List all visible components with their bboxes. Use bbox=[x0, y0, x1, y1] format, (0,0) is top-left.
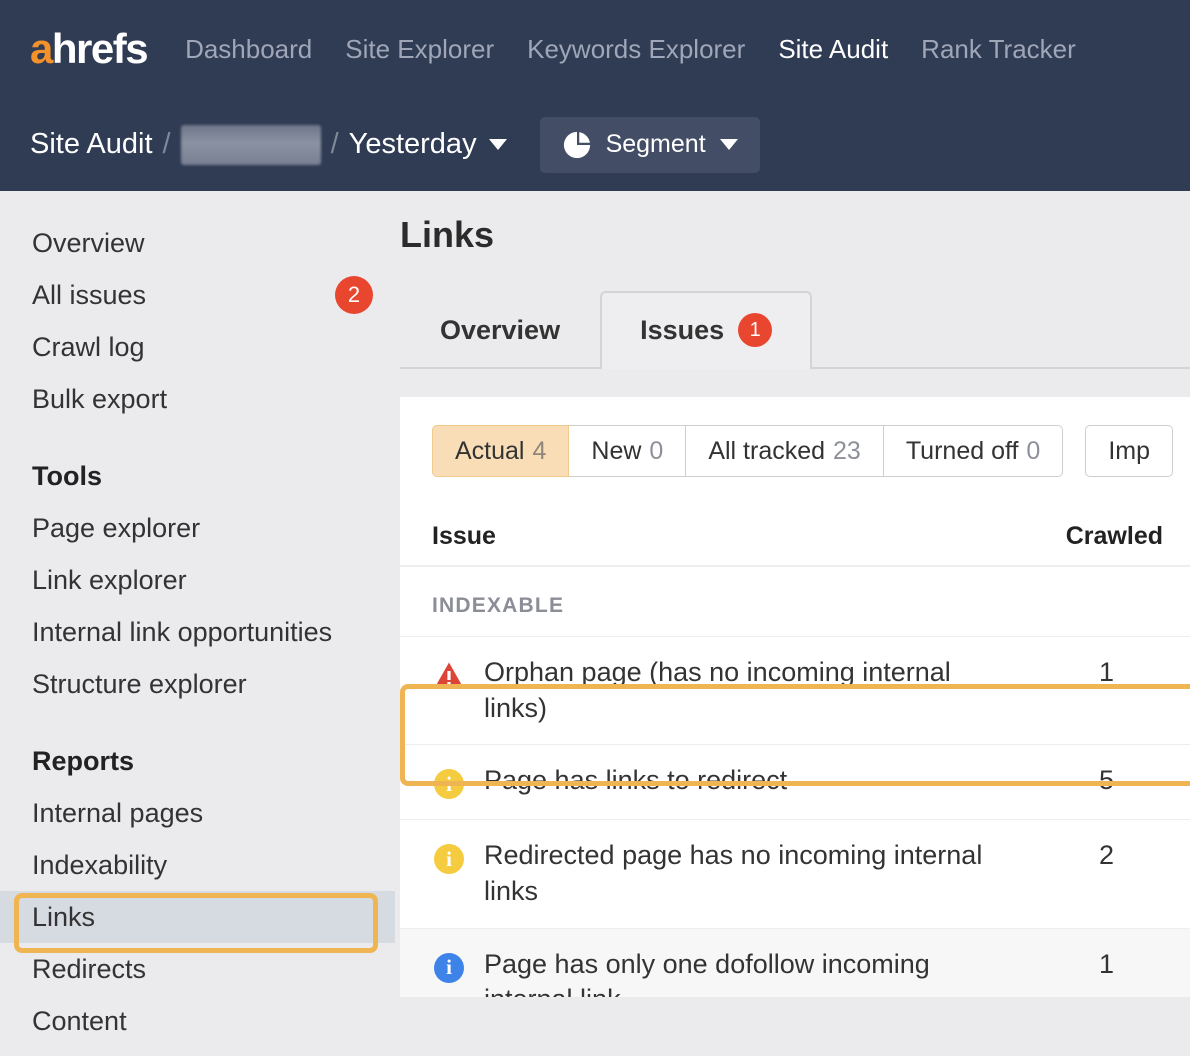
body-container: Overview All issues 2 Crawl log Bulk exp… bbox=[0, 191, 1190, 1056]
sidebar-item-indexability[interactable]: Indexability bbox=[0, 839, 395, 891]
sidebar-item-label: Link explorer bbox=[32, 567, 373, 594]
tab-overview[interactable]: Overview bbox=[400, 291, 600, 367]
sidebar-heading-tools: Tools bbox=[0, 463, 395, 490]
breadcrumb-bar: Site Audit / / Yesterday Segment bbox=[0, 98, 1190, 191]
tab-issues-badge: 1 bbox=[738, 313, 772, 347]
sidebar-item-label: Internal pages bbox=[32, 800, 373, 827]
table-row[interactable]: i Page has links to redirect 5 bbox=[400, 744, 1190, 819]
info-circle-icon: i bbox=[432, 951, 466, 985]
info-circle-icon: i bbox=[432, 842, 466, 876]
sidebar-item-structure-explorer[interactable]: Structure explorer bbox=[0, 658, 395, 710]
sidebar-item-page-explorer[interactable]: Page explorer bbox=[0, 502, 395, 554]
sidebar-item-label: All issues bbox=[32, 282, 335, 309]
breadcrumb-root[interactable]: Site Audit bbox=[30, 130, 153, 159]
breadcrumb-date[interactable]: Yesterday bbox=[349, 130, 477, 159]
nav-link-site-audit[interactable]: Site Audit bbox=[778, 36, 888, 62]
sidebar-item-content[interactable]: Content bbox=[0, 995, 395, 1047]
sidebar-item-label: Redirects bbox=[32, 956, 373, 983]
logo-rest: hrefs bbox=[52, 28, 147, 70]
column-header-issue[interactable]: Issue bbox=[432, 524, 1013, 549]
sidebar-item-redirects[interactable]: Redirects bbox=[0, 943, 395, 995]
sidebar-item-label: Content bbox=[32, 1008, 373, 1035]
issue-title: Orphan page (has no incoming internal li… bbox=[484, 655, 1004, 726]
main-nav-links: Dashboard Site Explorer Keywords Explore… bbox=[185, 36, 1076, 62]
sidebar-item-label: Overview bbox=[32, 230, 373, 257]
filter-pill-actual[interactable]: Actual 4 bbox=[432, 425, 569, 477]
sidebar-item-label: Indexability bbox=[32, 852, 373, 879]
issue-crawled-count: 5 bbox=[1004, 763, 1114, 799]
filter-pill-label: Imp bbox=[1108, 439, 1150, 464]
issue-crawled-count: 1 bbox=[1004, 947, 1114, 983]
sidebar-item-label: Internal link opportunities bbox=[32, 619, 373, 646]
sidebar-item-links[interactable]: Links bbox=[0, 891, 395, 943]
sidebar-item-internal-pages[interactable]: Internal pages bbox=[0, 787, 395, 839]
filter-pill-important-truncated[interactable]: Imp bbox=[1085, 425, 1173, 477]
filter-pill-row: Actual 4 New 0 All tracked 23 Turned o bbox=[400, 397, 1190, 477]
table-row[interactable]: i Redirected page has no incoming intern… bbox=[400, 819, 1190, 927]
issue-crawled-count: 2 bbox=[1004, 838, 1114, 874]
table-group-label-indexable: INDEXABLE bbox=[400, 567, 1190, 636]
issue-title: Page has links to redirect bbox=[484, 763, 1004, 799]
nav-link-dashboard[interactable]: Dashboard bbox=[185, 36, 312, 62]
tab-label: Overview bbox=[440, 315, 560, 346]
filter-pill-count: 0 bbox=[649, 439, 663, 464]
sidebar-heading-reports: Reports bbox=[0, 748, 395, 775]
sidebar-item-crawl-log[interactable]: Crawl log bbox=[0, 321, 395, 373]
sidebar-item-label: Crawl log bbox=[32, 334, 373, 361]
issues-card: Actual 4 New 0 All tracked 23 Turned o bbox=[400, 397, 1190, 997]
table-row[interactable]: Orphan page (has no incoming internal li… bbox=[400, 636, 1190, 744]
ahrefs-logo[interactable]: ahrefs bbox=[30, 28, 147, 70]
filter-pill-label: All tracked bbox=[708, 439, 825, 464]
main-content: Links Overview Issues 1 Actual 4 bbox=[395, 191, 1190, 1056]
sidebar-item-label: Bulk export bbox=[32, 386, 373, 413]
all-issues-badge: 2 bbox=[335, 276, 373, 314]
info-circle-icon: i bbox=[432, 767, 466, 801]
chevron-down-icon bbox=[720, 139, 738, 150]
sidebar-item-overview[interactable]: Overview bbox=[0, 217, 395, 269]
sidebar-item-label: Structure explorer bbox=[32, 671, 373, 698]
segment-button[interactable]: Segment bbox=[540, 117, 760, 173]
issues-table: Issue Crawled INDEXABLE Orphan page bbox=[400, 507, 1190, 997]
filter-pill-label: Actual bbox=[455, 439, 524, 464]
breadcrumb-project-redacted[interactable] bbox=[181, 125, 321, 165]
filter-pill-count: 0 bbox=[1026, 439, 1040, 464]
pie-chart-icon bbox=[562, 130, 592, 160]
app-root: ahrefs Dashboard Site Explorer Keywords … bbox=[0, 0, 1190, 1056]
warning-triangle-icon bbox=[432, 659, 466, 693]
logo-accent-letter: a bbox=[30, 28, 52, 70]
top-navigation-bar: ahrefs Dashboard Site Explorer Keywords … bbox=[0, 0, 1190, 98]
filter-pill-group: Actual 4 New 0 All tracked 23 Turned o bbox=[432, 425, 1063, 477]
column-header-crawled[interactable]: Crawled bbox=[1013, 524, 1163, 549]
sidebar-item-all-issues[interactable]: All issues 2 bbox=[0, 269, 395, 321]
sidebar-item-label: Page explorer bbox=[32, 515, 373, 542]
issue-crawled-count: 1 bbox=[1004, 655, 1114, 691]
nav-link-rank-tracker[interactable]: Rank Tracker bbox=[921, 36, 1076, 62]
sidebar-item-internal-link-opportunities[interactable]: Internal link opportunities bbox=[0, 606, 395, 658]
sidebar-item-label: Links bbox=[32, 904, 373, 931]
filter-pill-turned-off[interactable]: Turned off 0 bbox=[884, 425, 1063, 477]
issue-title: Redirected page has no incoming internal… bbox=[484, 838, 1004, 909]
filter-pill-label: New bbox=[591, 439, 641, 464]
table-header-row: Issue Crawled bbox=[400, 507, 1190, 567]
filter-pill-count: 4 bbox=[532, 439, 546, 464]
filter-pill-new[interactable]: New 0 bbox=[569, 425, 686, 477]
tab-issues[interactable]: Issues 1 bbox=[600, 291, 812, 367]
sidebar: Overview All issues 2 Crawl log Bulk exp… bbox=[0, 191, 395, 1056]
chevron-down-icon[interactable] bbox=[489, 139, 507, 150]
nav-link-site-explorer[interactable]: Site Explorer bbox=[345, 36, 494, 62]
sidebar-item-bulk-export[interactable]: Bulk export bbox=[0, 373, 395, 425]
breadcrumb-separator-1: / bbox=[163, 130, 171, 159]
tab-label: Issues bbox=[640, 315, 724, 346]
nav-link-keywords-explorer[interactable]: Keywords Explorer bbox=[527, 36, 745, 62]
issue-title: Page has only one dofollow incoming inte… bbox=[484, 947, 1004, 998]
table-row[interactable]: i Page has only one dofollow incoming in… bbox=[400, 928, 1190, 998]
filter-pill-all-tracked[interactable]: All tracked 23 bbox=[686, 425, 884, 477]
filter-pill-label: Turned off bbox=[906, 439, 1019, 464]
filter-pill-count: 23 bbox=[833, 439, 861, 464]
sidebar-item-link-explorer[interactable]: Link explorer bbox=[0, 554, 395, 606]
tab-bar: Overview Issues 1 bbox=[400, 293, 1190, 369]
breadcrumb-separator-2: / bbox=[331, 130, 339, 159]
page-title: Links bbox=[400, 217, 1190, 253]
segment-button-label: Segment bbox=[606, 132, 706, 157]
